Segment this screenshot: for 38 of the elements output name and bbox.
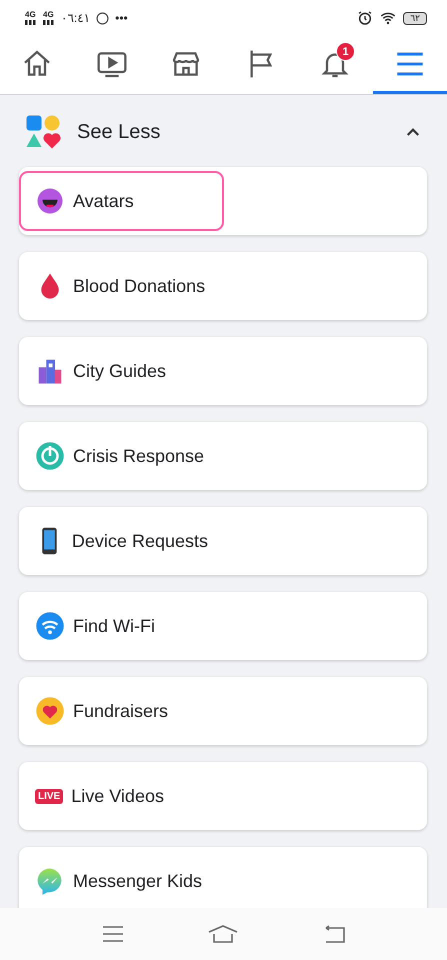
item-label: Crisis Response [73,446,204,466]
alarm-icon [357,10,374,26]
item-label: Messenger Kids [73,870,202,892]
clock: ٠٦:٤١ [61,11,90,25]
battery-indicator: ٦٢ [403,12,427,24]
signal-bars-icon [43,19,55,25]
menu-item[interactable]: Find Wi-Fi [19,592,427,660]
item-label: Device Requests [72,530,208,552]
crisis-icon [35,441,65,471]
see-less-header[interactable]: See Less [0,99,447,165]
menu-item[interactable]: Fundraisers [19,677,427,745]
notification-badge: 1 [336,42,355,61]
section-title: See Less [77,120,162,144]
network-label: 4G [25,11,37,19]
network-label: 4G [43,11,55,19]
item-label: City Guides [73,360,166,382]
wifi-icon [35,611,65,641]
more-notifications: ••• [115,11,128,25]
menu-item[interactable]: Crisis Response [19,422,427,490]
home-icon[interactable] [207,924,240,944]
live-icon: LIVE [35,788,64,804]
menu-item[interactable]: City Guides [19,337,427,405]
shortcuts-icon [25,114,61,150]
avatar-icon [35,186,65,216]
signal-bars-icon [25,19,37,25]
item-label: Find Wi-Fi [73,616,155,636]
item-label: Blood Donations [73,276,206,296]
item-label: Avatars [73,190,134,212]
menu-icon[interactable] [101,924,126,944]
menu-item[interactable]: LIVE Live Videos [19,762,427,830]
menu-item[interactable]: Device Requests [19,507,427,575]
menu-item[interactable]: Blood Donations [19,252,427,320]
menu-item[interactable]: Avatars [19,167,427,235]
menu-item[interactable]: Messenger Kids [19,847,427,908]
item-label: Live Videos [71,786,164,806]
wifi-signal-icon [379,10,398,26]
item-label: Fundraisers [73,700,168,722]
nav-tab[interactable]: 1 [298,36,372,94]
